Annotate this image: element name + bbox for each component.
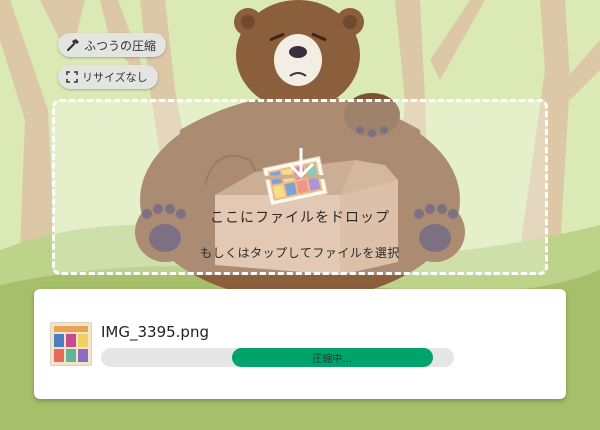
- drop-zone-title: ここにファイルをドロップ: [210, 210, 390, 226]
- progress-bar: 圧縮中…: [101, 348, 454, 367]
- compression-mode-label: ふつうの圧縮: [84, 38, 157, 53]
- progress-bar-fill: 圧縮中…: [231, 348, 433, 367]
- hammer-icon: [66, 38, 80, 52]
- drop-zone-subtitle: もしくはタップしてファイルを選択: [200, 246, 400, 260]
- file-drop-zone[interactable]: ここにファイルをドロップ もしくはタップしてファイルを選択: [52, 99, 548, 275]
- drop-arrow-icon: [287, 148, 315, 179]
- resize-option-label: リサイズなし: [82, 71, 148, 84]
- file-name: IMG_3395.png: [101, 323, 209, 341]
- resize-option-button[interactable]: リサイズなし: [58, 65, 158, 89]
- expand-corners-icon: [66, 71, 78, 83]
- progress-status-label: 圧縮中…: [312, 354, 353, 365]
- file-progress-card: IMG_3395.png 圧縮中…: [34, 289, 566, 399]
- file-thumbnail: [50, 322, 92, 366]
- compression-mode-button[interactable]: ふつうの圧縮: [58, 33, 167, 57]
